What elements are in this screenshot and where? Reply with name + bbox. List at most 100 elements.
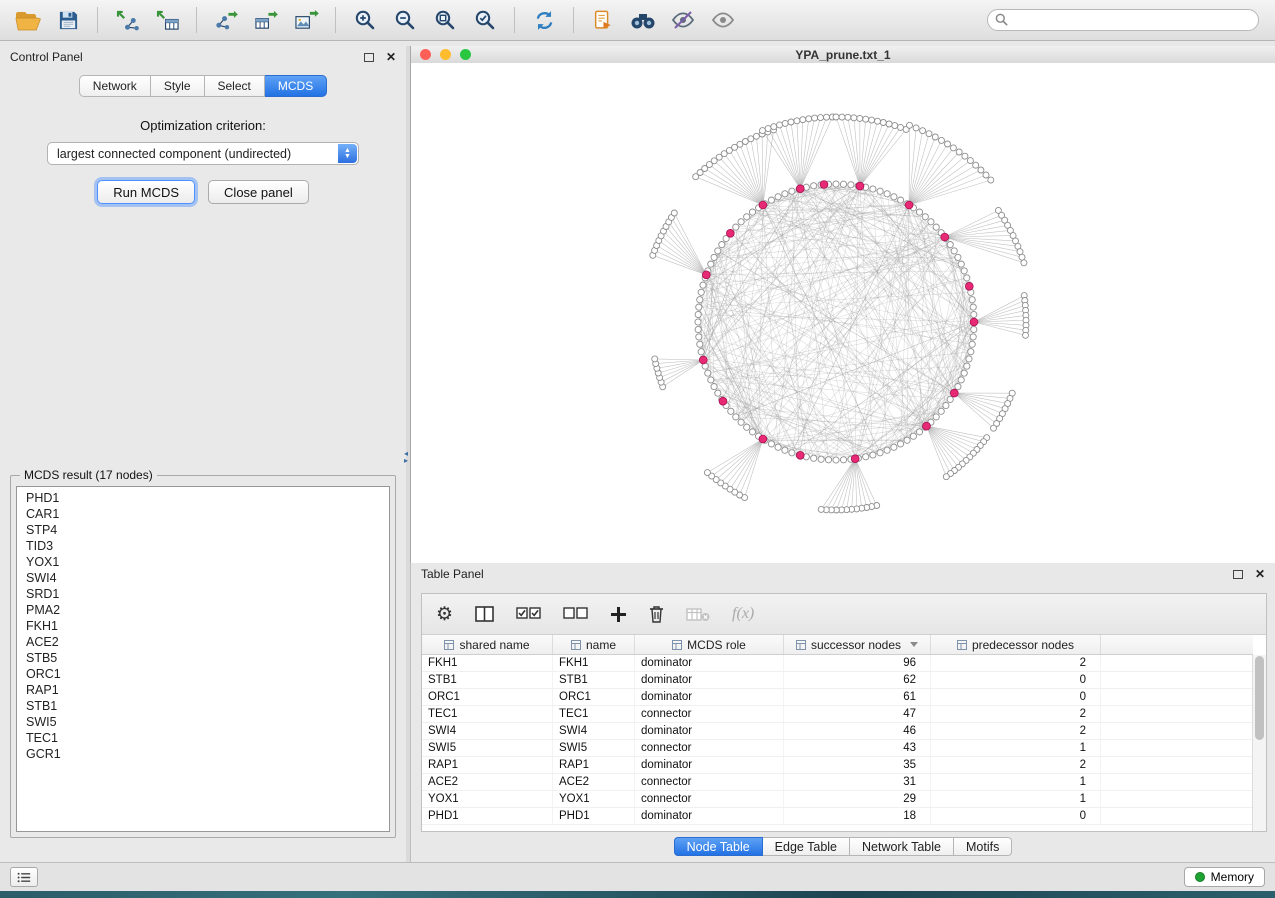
table-header: shared name name MCDS role successor nod… xyxy=(422,635,1253,655)
chevron-down-icon[interactable] xyxy=(910,642,918,647)
table-row[interactable]: FKH1FKH1dominator962 xyxy=(422,655,1253,672)
float-panel-icon[interactable] xyxy=(364,53,374,62)
export-table-icon[interactable] xyxy=(248,4,284,36)
show-details-icon[interactable] xyxy=(705,4,741,36)
open-folder-icon[interactable] xyxy=(10,4,46,36)
mcds-result-item[interactable]: FKH1 xyxy=(17,618,389,634)
close-panel-icon[interactable]: ✕ xyxy=(386,52,396,62)
tab-select[interactable]: Select xyxy=(205,75,265,97)
delete-column-icon[interactable] xyxy=(649,605,664,623)
cell-predecessor-nodes: 2 xyxy=(931,655,1101,671)
mcds-result-item[interactable]: RAP1 xyxy=(17,682,389,698)
table-row[interactable]: TEC1TEC1connector472 xyxy=(422,706,1253,723)
import-network-icon[interactable] xyxy=(109,4,145,36)
criterion-dropdown[interactable]: largest connected component (undirected)… xyxy=(47,142,359,165)
table-row[interactable]: STB1STB1dominator620 xyxy=(422,672,1253,689)
tab-edge-table[interactable]: Edge Table xyxy=(763,837,850,856)
table-settings-gear-icon[interactable]: ⚙ xyxy=(436,605,453,624)
mcds-result-item[interactable]: TEC1 xyxy=(17,730,389,746)
control-panel-title: Control Panel xyxy=(10,50,83,64)
first-neighbors-icon[interactable] xyxy=(625,4,661,36)
network-canvas[interactable] xyxy=(411,63,1275,563)
hide-details-icon[interactable] xyxy=(665,4,701,36)
cell-name: ORC1 xyxy=(553,689,635,705)
chevron-up-down-icon: ▲▼ xyxy=(338,144,357,163)
select-all-checkboxes-icon[interactable] xyxy=(516,607,541,621)
float-panel-icon[interactable] xyxy=(1233,570,1243,579)
cell-shared-name: ORC1 xyxy=(422,689,553,705)
column-header-successor-nodes[interactable]: successor nodes xyxy=(784,635,931,654)
save-icon[interactable] xyxy=(50,4,86,36)
table-row[interactable]: YOX1YOX1connector291 xyxy=(422,791,1253,808)
import-table-icon[interactable] xyxy=(149,4,185,36)
tab-node-table[interactable]: Node Table xyxy=(674,837,763,856)
close-panel-button[interactable]: Close panel xyxy=(208,180,309,204)
network-window-titlebar[interactable]: YPA_prune.txt_1 xyxy=(411,46,1275,64)
mcds-result-item[interactable]: PMA2 xyxy=(17,602,389,618)
table-row[interactable]: ORC1ORC1dominator610 xyxy=(422,689,1253,706)
cell-name: ACE2 xyxy=(553,774,635,790)
mcds-result-item[interactable]: SWI4 xyxy=(17,570,389,586)
mcds-result-item[interactable]: CAR1 xyxy=(17,506,389,522)
function-builder-icon: f(x) xyxy=(732,605,754,623)
export-image-icon[interactable] xyxy=(288,4,324,36)
cell-shared-name: STB1 xyxy=(422,672,553,688)
cell-successor-nodes: 46 xyxy=(784,723,931,739)
mcds-result-item[interactable]: YOX1 xyxy=(17,554,389,570)
task-history-icon[interactable] xyxy=(10,867,38,887)
column-header-shared-name[interactable]: shared name xyxy=(422,635,553,654)
cell-predecessor-nodes: 1 xyxy=(931,791,1101,807)
deselect-all-checkboxes-icon[interactable] xyxy=(563,607,588,621)
table-scrollbar[interactable] xyxy=(1252,655,1266,831)
splitter-grip-icon[interactable]: ◂▸ xyxy=(404,450,408,464)
table-row[interactable]: ACE2ACE2connector311 xyxy=(422,774,1253,791)
close-window-icon[interactable] xyxy=(420,49,431,60)
table-row[interactable]: SWI4SWI4dominator462 xyxy=(422,723,1253,740)
mcds-result-item[interactable]: STB5 xyxy=(17,650,389,666)
column-header-mcds-role[interactable]: MCDS role xyxy=(635,635,784,654)
column-header-name[interactable]: name xyxy=(553,635,635,654)
add-column-icon[interactable] xyxy=(610,606,627,623)
column-type-icon xyxy=(444,640,454,650)
table-row[interactable]: SWI5SWI5connector431 xyxy=(422,740,1253,757)
table-row[interactable]: RAP1RAP1dominator352 xyxy=(422,757,1253,774)
cell-name: FKH1 xyxy=(553,655,635,671)
mcds-result-item[interactable]: SWI5 xyxy=(17,714,389,730)
mcds-result-item[interactable]: SRD1 xyxy=(17,586,389,602)
maximize-window-icon[interactable] xyxy=(460,49,471,60)
column-header-predecessor-nodes[interactable]: predecessor nodes xyxy=(931,635,1101,654)
mcds-result-item[interactable]: TID3 xyxy=(17,538,389,554)
cell-predecessor-nodes: 2 xyxy=(931,757,1101,773)
zoom-in-icon[interactable] xyxy=(347,4,383,36)
close-panel-icon[interactable]: ✕ xyxy=(1255,569,1265,579)
tab-motifs[interactable]: Motifs xyxy=(954,837,1012,856)
minimize-window-icon[interactable] xyxy=(440,49,451,60)
tab-network[interactable]: Network xyxy=(79,75,151,97)
tab-network-table[interactable]: Network Table xyxy=(850,837,954,856)
tab-mcds[interactable]: MCDS xyxy=(265,75,327,97)
zoom-selected-icon[interactable] xyxy=(467,4,503,36)
tab-style[interactable]: Style xyxy=(151,75,205,97)
scrollbar-thumb[interactable] xyxy=(1255,656,1264,740)
zoom-fit-icon[interactable] xyxy=(427,4,463,36)
column-type-icon xyxy=(796,640,806,650)
mcds-result-item[interactable]: PHD1 xyxy=(17,490,389,506)
mcds-result-item[interactable]: ACE2 xyxy=(17,634,389,650)
search-input[interactable] xyxy=(987,9,1259,31)
run-mcds-button[interactable]: Run MCDS xyxy=(97,180,195,204)
share-document-icon[interactable] xyxy=(585,4,621,36)
show-columns-icon[interactable] xyxy=(475,606,494,622)
cell-successor-nodes: 29 xyxy=(784,791,931,807)
column-header-empty xyxy=(1101,635,1253,654)
mcds-result-item[interactable]: STB1 xyxy=(17,698,389,714)
refresh-icon[interactable] xyxy=(526,4,562,36)
mcds-result-item[interactable]: ORC1 xyxy=(17,666,389,682)
mcds-result-item[interactable]: STP4 xyxy=(17,522,389,538)
memory-button[interactable]: Memory xyxy=(1184,867,1265,887)
network-graph xyxy=(411,63,1275,563)
table-row[interactable]: PHD1PHD1dominator180 xyxy=(422,808,1253,825)
mcds-result-list[interactable]: PHD1CAR1STP4TID3YOX1SWI4SRD1PMA2FKH1ACE2… xyxy=(16,486,390,832)
zoom-out-icon[interactable] xyxy=(387,4,423,36)
export-network-icon[interactable] xyxy=(208,4,244,36)
mcds-result-item[interactable]: GCR1 xyxy=(17,746,389,762)
